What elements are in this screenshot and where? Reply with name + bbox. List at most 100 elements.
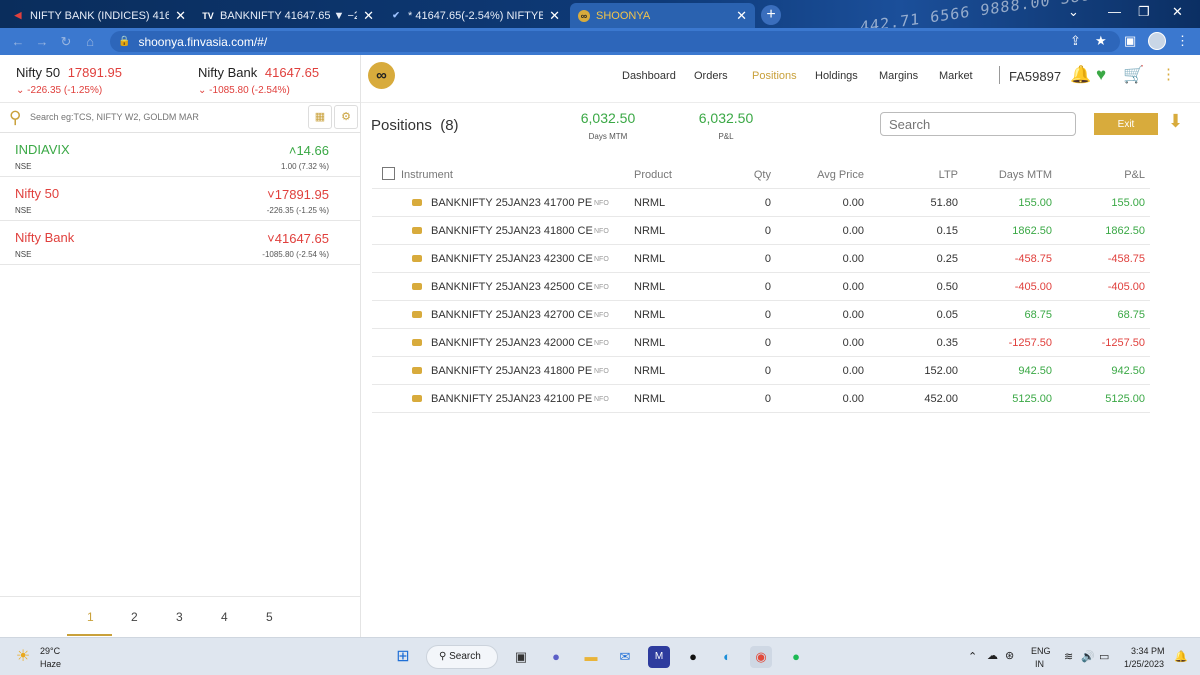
url-field[interactable]: 🔒 shoonya.finvasia.com/#/ [110,31,1120,52]
table-body: BANKNIFTY 25JAN23 41700 PE NFO NRML 0 0.00 51… [372,189,1150,413]
table-row[interactable]: BANKNIFTY 25JAN23 42700 CE NFO NRML 0 0.00 0.… [372,301,1150,329]
task-view-icon[interactable]: ▣ [510,646,532,668]
watchlist-pager: 1 2 3 4 5 [0,596,360,637]
position-tag-icon [412,283,422,290]
close-icon[interactable]: ✕ [175,8,186,24]
browser-tab-shoonya[interactable]: ∞ SHOONYA ✕ [570,3,755,28]
table-row[interactable]: BANKNIFTY 25JAN23 42500 CE NFO NRML 0 0.00 0.… [372,273,1150,301]
edge-icon[interactable]: ◐ [716,646,738,668]
battery-icon[interactable]: ▭ [1099,650,1109,663]
tray-chevron-up-icon[interactable]: ⌃ [968,650,977,663]
positions-search-input[interactable] [880,112,1076,136]
more-kebab-icon[interactable]: ⋮ [1161,65,1176,83]
download-icon[interactable]: ⬇ [1168,111,1183,132]
table-row[interactable]: BANKNIFTY 25JAN23 41800 PE NFO NRML 0 0.00 15… [372,357,1150,385]
index-nifty50[interactable]: Nifty 50 17891.95 ⌄ -226.35 (-1.25%) [16,65,122,96]
page-4-tab[interactable]: 4 [221,610,228,624]
tray-app-icon[interactable]: ⊛ [1005,649,1014,662]
wifi-icon[interactable]: ≋ [1064,650,1073,663]
spotify-icon[interactable]: ● [785,646,807,668]
watchlist-item[interactable]: Nifty 50 NSE ˅17891.95 -226.35 (-1.25 %) [0,177,360,221]
onedrive-cloud-icon[interactable]: ☁ [987,649,998,662]
nav-holdings[interactable]: Holdings [815,70,858,82]
volume-icon[interactable]: 🔊 [1081,650,1095,663]
restore-icon[interactable]: ❐ [1138,4,1150,20]
page-2-tab[interactable]: 2 [131,610,138,624]
nav-orders[interactable]: Orders [694,70,728,82]
page-1-tab[interactable]: 1 [87,610,94,624]
table-row[interactable]: BANKNIFTY 25JAN23 41800 CE NFO NRML 0 0.00 0.… [372,217,1150,245]
watchlist-item[interactable]: INDIAVIX NSE ˄14.66 1.00 (7.32 %) [0,133,360,177]
position-tag-icon [412,395,422,402]
share-icon[interactable]: ⇪ [1070,33,1081,49]
chrome-icon[interactable]: ◉ [750,646,772,668]
bell-icon[interactable]: 🔔 [1070,65,1091,85]
close-icon[interactable]: ✕ [736,8,747,24]
search-icon: ⚲ [439,651,450,662]
table-row[interactable]: BANKNIFTY 25JAN23 42000 CE NFO NRML 0 0.00 0.… [372,329,1150,357]
shoonya-logo[interactable]: ∞ [368,62,395,89]
home-icon[interactable]: ⌂ [78,34,102,49]
tab-search-icon[interactable]: ⌄ [1068,4,1079,20]
settings-gear-icon[interactable]: ⚙ [334,105,358,129]
nav-dashboard[interactable]: Dashboard [622,70,676,82]
close-icon[interactable]: ✕ [363,8,374,24]
shoonya-app: Nifty 50 17891.95 ⌄ -226.35 (-1.25%) Nif… [0,55,1200,637]
new-tab-button[interactable]: + [761,5,781,25]
exit-button[interactable]: Exit [1094,113,1158,135]
github-icon[interactable]: ● [682,646,704,668]
table-header: Instrument Product Qty Avg Price LTP Day… [372,161,1150,189]
nav-margins[interactable]: Margins [879,70,918,82]
page-3-tab[interactable]: 3 [176,610,183,624]
user-id[interactable]: FA59897 [1009,69,1061,84]
menu-kebab-icon[interactable]: ⋮ [1176,33,1189,49]
shoonya-icon: ∞ [578,9,590,22]
chevron-down-icon: ⌄ [198,85,210,96]
app-icon[interactable]: M [648,646,670,668]
weather-sun-icon[interactable]: ☀ [12,646,34,668]
back-icon[interactable]: ← [6,34,30,49]
pnl-summary: 6,032.50 P&L [698,110,754,141]
index-niftybank[interactable]: Nifty Bank 41647.65 ⌄ -1085.80 (-2.54%) [198,65,319,96]
cart-icon[interactable]: 🛒 [1123,65,1144,85]
mail-icon[interactable]: ✉ [614,646,636,668]
browser-tab-1[interactable]: ◀ NIFTY BANK (INDICES) 41647.65 ✕ [4,3,194,28]
close-icon[interactable]: ✕ [549,8,560,24]
teams-chat-icon[interactable]: ● [545,646,567,668]
main-panel: ∞ Dashboard Orders Positions Holdings Ma… [361,55,1200,637]
position-tag-icon [412,255,422,262]
bookmark-star-icon[interactable]: ★ [1095,33,1107,49]
watchlist-search-row: ⚲ ▦ ⚙ [0,103,361,133]
active-page-indicator [67,634,112,636]
browser-tab-strip: 442.71 6566 9888.00 3861 .002 ◀ NIFTY BA… [0,0,1200,28]
minimize-icon[interactable]: — [1108,4,1121,19]
health-heart-icon[interactable]: ♥ [1096,65,1106,85]
grid-view-icon[interactable]: ▦ [308,105,332,129]
days-mtm-summary: 6,032.50 Days MTM [580,110,636,141]
select-all-checkbox[interactable] [382,167,395,180]
arrow-down-icon: ˅ [267,231,275,246]
kite-icon: ◀ [14,10,22,20]
nav-market[interactable]: Market [939,70,973,82]
profile-avatar[interactable] [1148,32,1166,50]
position-tag-icon [412,311,422,318]
browser-tab-2[interactable]: TV BANKNIFTY 41647.65 ▼ −2.54% ✕ [194,3,382,28]
position-tag-icon [412,339,422,346]
sidepanel-icon[interactable]: ▣ [1124,33,1136,49]
taskbar-search[interactable]: ⚲ Search [426,645,498,669]
nav-positions[interactable]: Positions [752,70,797,82]
table-row[interactable]: BANKNIFTY 25JAN23 42300 CE NFO NRML 0 0.00 0.… [372,245,1150,273]
reload-icon[interactable]: ↻ [54,34,78,50]
browser-tab-3[interactable]: ✔ * 41647.65(-2.54%) NIFTYBANK-I ✕ [382,3,568,28]
windows-start-icon[interactable]: ⊞ [392,646,414,668]
table-row[interactable]: BANKNIFTY 25JAN23 41700 PE NFO NRML 0 0.00 51… [372,189,1150,217]
watchlist-search-input[interactable] [30,107,300,127]
watchlist-item[interactable]: Nifty Bank NSE ˅41647.65 -1085.80 (-2.54… [0,221,360,265]
file-explorer-icon[interactable]: ▬ [580,646,602,668]
window-close-icon[interactable]: ✕ [1172,4,1183,20]
positions-title: Positions (8) [371,117,459,134]
page-5-tab[interactable]: 5 [266,610,273,624]
notification-bell-icon[interactable]: 🔔 [1174,650,1188,663]
table-row[interactable]: BANKNIFTY 25JAN23 42100 PE NFO NRML 0 0.00 45… [372,385,1150,413]
forward-icon[interactable]: → [30,34,54,49]
